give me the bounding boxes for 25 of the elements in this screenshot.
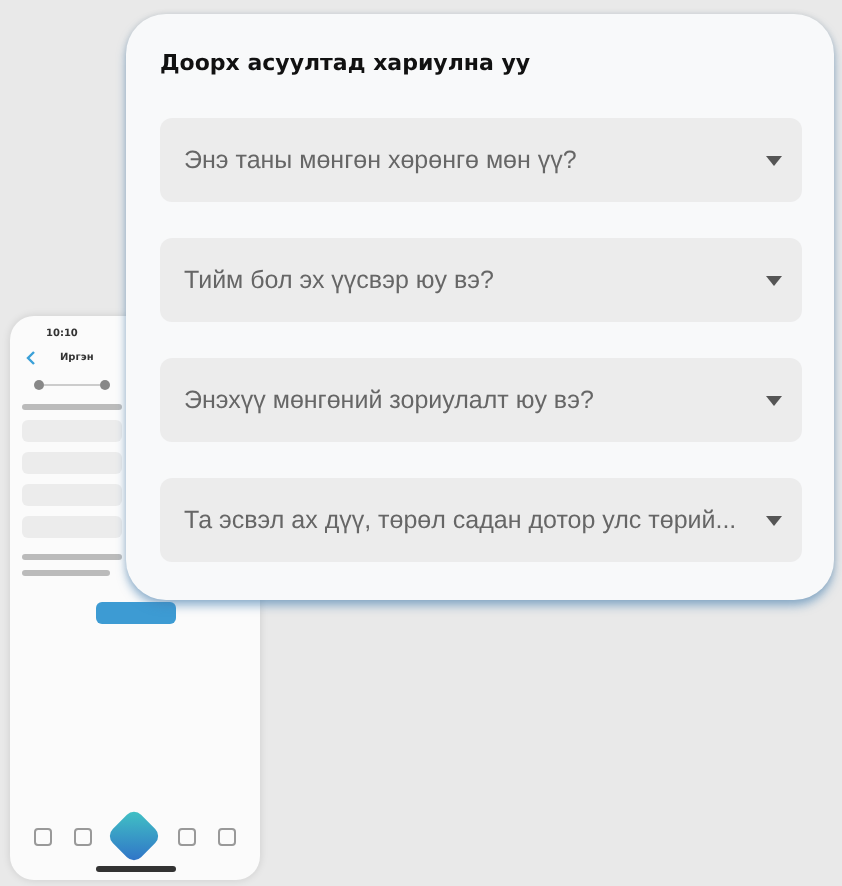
question-field[interactable] bbox=[22, 420, 122, 442]
question-field[interactable] bbox=[22, 452, 122, 474]
blurred-text bbox=[22, 404, 122, 410]
question-dropdown[interactable]: Энэхүү мөнгөний зориулалт юу вэ? bbox=[160, 358, 802, 442]
back-icon[interactable] bbox=[26, 350, 36, 366]
caret-icon bbox=[766, 155, 782, 165]
card-heading: Доорх асуултад хариулна уу bbox=[160, 50, 533, 76]
nav-icon[interactable] bbox=[177, 827, 196, 845]
question-dropdown[interactable]: Энэ таны мөнгөн хөрөнгө мөн үү? bbox=[160, 118, 802, 202]
question-dropdown[interactable]: Тийм бол эх үүсвэр юу вэ? bbox=[160, 238, 802, 322]
blurred-text bbox=[22, 570, 110, 576]
question-dropdown[interactable]: Та эсвэл ах дүү, төрөл садан дотор улс төрий... bbox=[160, 478, 802, 562]
step-dot bbox=[34, 380, 44, 390]
step-dot bbox=[100, 380, 110, 390]
caret-icon bbox=[766, 515, 782, 525]
blurred-text bbox=[22, 554, 122, 560]
nav-icon[interactable] bbox=[33, 827, 52, 845]
nav-icon[interactable] bbox=[74, 827, 93, 845]
home-indicator bbox=[95, 866, 175, 872]
caret-icon bbox=[766, 395, 782, 405]
question-field[interactable] bbox=[22, 516, 122, 538]
submit-button[interactable] bbox=[95, 602, 175, 624]
caret-icon bbox=[766, 275, 782, 285]
question-field[interactable] bbox=[22, 484, 122, 506]
nav-icon[interactable] bbox=[218, 827, 237, 845]
